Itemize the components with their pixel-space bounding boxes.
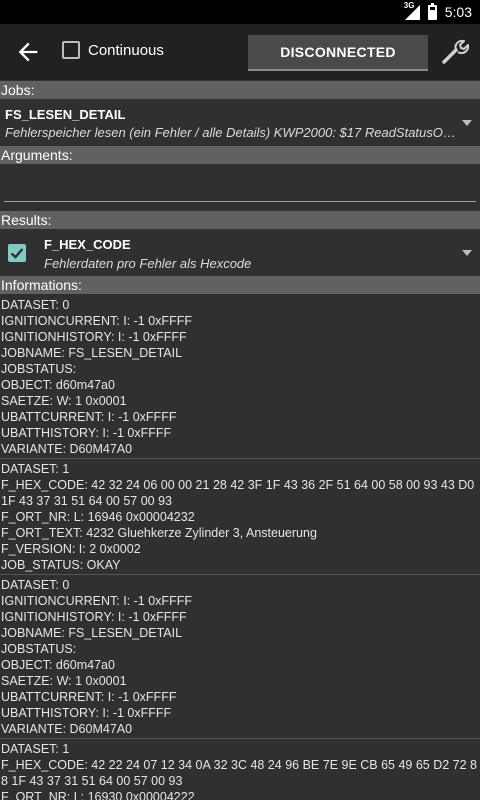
dataset-block: DATASET: 0 IGNITIONCURRENT: I: -1 0xFFFF I… [0, 575, 480, 739]
dataset-block: DATASET: 0 IGNITIONCURRENT: I: -1 0xFFFF I… [0, 295, 480, 459]
dropdown-arrow-icon [462, 250, 472, 256]
info-line: IGNITIONCURRENT: I: -1 0xFFFF [1, 314, 192, 328]
dropdown-arrow-icon [462, 120, 472, 126]
results-header: Results: [0, 211, 480, 229]
info-line: DATASET: 0 [1, 298, 70, 312]
info-line: IGNITIONCURRENT: I: -1 0xFFFF [1, 594, 192, 608]
job-description: Fehlerspeicher lesen (ein Fehler / alle … [5, 125, 457, 140]
info-line: JOBSTATUS: [1, 642, 77, 656]
result-title: F_HEX_CODE [44, 237, 131, 252]
info-line: F_HEX_CODE: 42 22 24 07 12 34 0A 32 3C 4… [1, 758, 478, 788]
jobs-spinner[interactable]: FS_LESEN_DETAIL Fehlerspeicher lesen (ei… [0, 100, 480, 145]
info-line: F_ORT_TEXT: 4232 Gluehkerze Zylinder 3, … [1, 526, 317, 540]
job-title: FS_LESEN_DETAIL [5, 107, 126, 122]
info-line: UBATTCURRENT: I: -1 0xFFFF [1, 690, 177, 704]
dataset-block: DATASET: 1 F_HEX_CODE: 42 32 24 06 00 00 … [0, 459, 480, 575]
battery-icon [427, 2, 437, 20]
status-icons: 3G 5:03 [404, 1, 472, 21]
informations-list[interactable]: DATASET: 0 IGNITIONCURRENT: I: -1 0xFFFF I… [0, 295, 480, 800]
signal-icon: 3G [404, 1, 420, 20]
info-line: DATASET: 1 [1, 462, 70, 476]
info-line: DATASET: 0 [1, 578, 70, 592]
back-arrow-icon[interactable] [14, 38, 42, 66]
arguments-header: Arguments: [0, 146, 480, 164]
info-line: OBJECT: d60m47a0 [1, 658, 115, 672]
result-description: Fehlerdaten pro Fehler als Hexcode [44, 256, 252, 271]
info-line: UBATTHISTORY: I: -1 0xFFFF [1, 426, 172, 440]
results-spinner[interactable]: F_HEX_CODE Fehlerdaten pro Fehler als He… [0, 230, 480, 276]
info-line: IGNITIONHISTORY: I: -1 0xFFFF [1, 330, 187, 344]
battery-level [429, 9, 435, 18]
info-line: SAETZE: W: 1 0x0001 [1, 394, 127, 408]
continuous-checkbox[interactable]: Continuous [62, 41, 164, 59]
info-line: OBJECT: d60m47a0 [1, 378, 115, 392]
wrench-icon[interactable] [440, 36, 470, 66]
info-line: F_ORT_NR: L: 16930 0x00004222 [1, 790, 195, 800]
toolbar: Continuous DISCONNECTED [0, 24, 480, 80]
info-line: UBATTHISTORY: I: -1 0xFFFF [1, 706, 172, 720]
result-checkbox[interactable] [8, 244, 26, 262]
info-line: JOBNAME: FS_LESEN_DETAIL [1, 626, 183, 640]
info-line: F_VERSION: I: 2 0x0002 [1, 542, 141, 556]
info-line: DATASET: 1 [1, 742, 70, 756]
dataset-block: DATASET: 1 F_HEX_CODE: 42 22 24 07 12 34 … [0, 739, 480, 800]
informations-header: Informations: [0, 276, 480, 294]
info-line: UBATTCURRENT: I: -1 0xFFFF [1, 410, 177, 424]
info-line: VARIANTE: D60M47A0 [1, 722, 133, 736]
arguments-input[interactable] [4, 172, 476, 202]
info-line: VARIANTE: D60M47A0 [1, 442, 133, 456]
status-bar: 3G 5:03 [0, 0, 480, 24]
info-line: F_ORT_NR: L: 16946 0x00004232 [1, 510, 195, 524]
info-line: JOBSTATUS: [1, 362, 77, 376]
info-line: SAETZE: W: 1 0x0001 [1, 674, 127, 688]
info-line: JOBNAME: FS_LESEN_DETAIL [1, 346, 183, 360]
info-line: F_HEX_CODE: 42 32 24 06 00 00 21 28 42 3… [1, 478, 478, 508]
continuous-label: Continuous [88, 41, 164, 59]
checkbox-box[interactable] [62, 41, 80, 59]
connection-toggle-button[interactable]: DISCONNECTED [248, 35, 428, 71]
info-line: JOB_STATUS: OKAY [1, 558, 121, 572]
checkmark-icon [10, 248, 24, 259]
jobs-header: Jobs: [0, 81, 480, 99]
clock: 5:03 [444, 4, 472, 20]
info-line: IGNITIONHISTORY: I: -1 0xFFFF [1, 610, 187, 624]
